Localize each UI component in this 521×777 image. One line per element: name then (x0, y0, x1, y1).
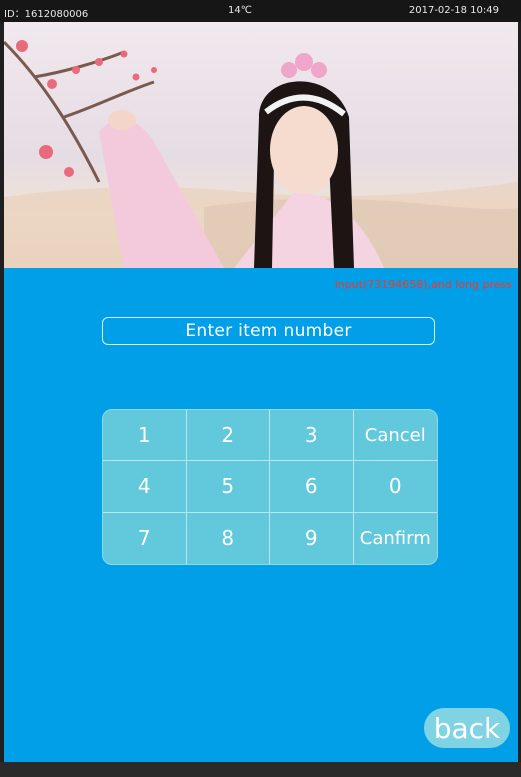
back-button[interactable]: back (424, 708, 510, 748)
cancel-button[interactable]: Cancel (353, 410, 437, 462)
device-id: ID：1612080006 (4, 9, 89, 20)
key-1[interactable]: 1 (103, 410, 187, 462)
status-bar: ID：1612080006 14℃ 2017-02-18 10:49 (0, 0, 521, 22)
key-6[interactable]: 6 (270, 461, 354, 513)
key-7[interactable]: 7 (103, 512, 187, 564)
advertisement-banner (4, 22, 518, 268)
item-number-input[interactable] (102, 317, 435, 345)
key-0[interactable]: 0 (353, 461, 437, 513)
datetime: 2017-02-18 10:49 (408, 5, 499, 16)
banner-image (4, 40, 518, 268)
key-9[interactable]: 9 (270, 512, 354, 564)
bottom-bar (0, 762, 521, 777)
numeric-keypad: 1 2 3 Cancel 4 5 6 0 7 8 9 Canfirm (102, 409, 438, 565)
instruction-hint: input(73194658),and long press (334, 278, 512, 291)
key-5[interactable]: 5 (186, 461, 270, 513)
key-3[interactable]: 3 (270, 410, 354, 462)
key-4[interactable]: 4 (103, 461, 187, 513)
key-2[interactable]: 2 (186, 410, 270, 462)
confirm-button[interactable]: Canfirm (354, 513, 438, 564)
temperature: 14℃ (228, 5, 252, 16)
key-8[interactable]: 8 (187, 512, 270, 564)
main-panel: input(73194658),and long press 1 2 3 Can… (4, 268, 518, 762)
